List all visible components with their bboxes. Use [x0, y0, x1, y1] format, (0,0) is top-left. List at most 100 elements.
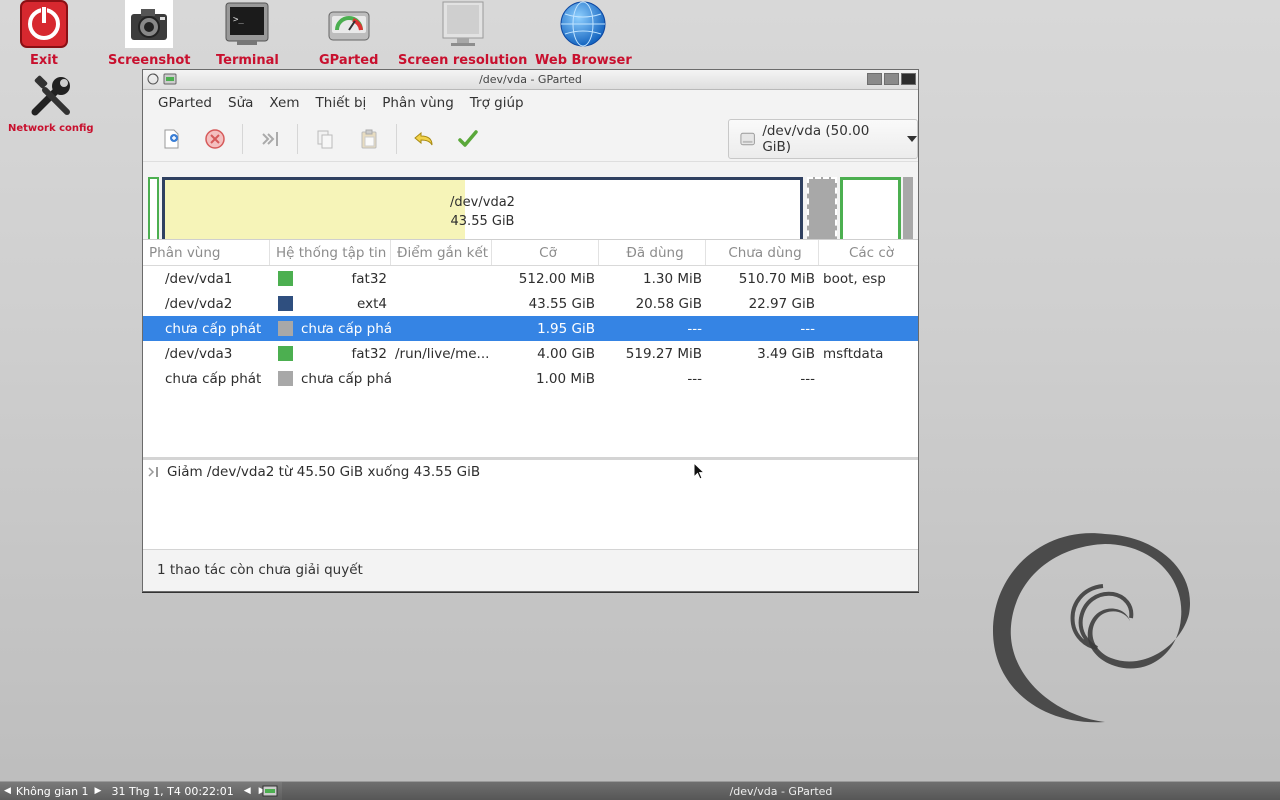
cell-filesystem: ext4 [270, 291, 391, 316]
diskmap-segment-vda3[interactable] [840, 177, 901, 247]
col-size[interactable]: Cỡ [492, 240, 599, 265]
diskmap-segment-vda2[interactable]: /dev/vda2 43.55 GiB [162, 177, 803, 247]
desktop-icon-terminal[interactable]: >_ Terminal [216, 0, 279, 68]
window-title: /dev/vda - GParted [479, 73, 582, 86]
diskmap-segment-unallocated[interactable] [807, 177, 837, 247]
desktop-icon-label: Network config [8, 123, 94, 134]
window-menu-icon[interactable] [147, 73, 159, 85]
status-text: 1 thao tác còn chưa giải quyết [157, 562, 363, 578]
debian-logo [993, 533, 1191, 723]
cell-used: --- [687, 320, 702, 337]
taskbar-window-title: /dev/vda - GParted [729, 785, 833, 798]
cell-filesystem: fat32 [270, 341, 391, 366]
cell-used: --- [687, 370, 702, 387]
new-partition-button[interactable] [149, 121, 193, 157]
desktop-icon-label: Web Browser [535, 53, 632, 68]
toolbar: /dev/vda (50.00 GiB) [143, 116, 918, 162]
checkmark-icon [458, 129, 478, 147]
close-button[interactable] [901, 73, 916, 85]
cell-partition: chưa cấp phát [165, 370, 262, 387]
cell-partition: /dev/vda3 [165, 345, 233, 362]
diskmap-segment-vda1[interactable] [148, 177, 159, 247]
monitor-icon [405, 0, 521, 48]
paste-button[interactable] [347, 121, 391, 157]
menu-partition[interactable]: Phân vùng [375, 95, 461, 111]
harddisk-icon [740, 132, 755, 146]
resize-move-button[interactable] [248, 121, 292, 157]
chevron-down-icon [907, 136, 917, 142]
cell-size: 512.00 MiB [518, 270, 595, 287]
delete-partition-button[interactable] [193, 121, 237, 157]
app-icon [262, 785, 278, 797]
diskmap-partition-size: 43.55 GiB [450, 214, 515, 229]
table-row[interactable]: /dev/vda3 fat32/run/live/me... 4.00 GiB 519… [143, 341, 918, 366]
filesystem-color-swatch [278, 371, 293, 386]
device-selector[interactable]: /dev/vda (50.00 GiB) [728, 119, 918, 159]
cell-unused: --- [800, 320, 815, 337]
filesystem-label: chưa cấp phát [301, 320, 391, 337]
delete-icon [205, 128, 225, 149]
maximize-button[interactable] [884, 73, 899, 85]
filesystem-color-swatch [278, 296, 293, 311]
col-flags[interactable]: Các cờ [819, 240, 918, 265]
cell-mountpoint [391, 266, 492, 291]
svg-text:>_: >_ [233, 15, 244, 25]
filesystem-color-swatch [278, 271, 293, 286]
cell-unused: 510.70 MiB [738, 270, 815, 287]
minimize-button[interactable] [867, 73, 882, 85]
filesystem-label: fat32 [351, 270, 388, 287]
col-unused[interactable]: Chưa dùng [706, 240, 819, 265]
filesystem-color-swatch [278, 346, 293, 361]
desktop-icon-label: Screen resolution [398, 53, 528, 68]
taskbar-window-gparted[interactable]: /dev/vda - GParted [262, 782, 1280, 800]
desktop-icon-gparted[interactable]: GParted [319, 0, 378, 68]
undo-button[interactable] [402, 121, 446, 157]
filesystem-label: fat32 [351, 345, 388, 362]
apply-button[interactable] [446, 121, 490, 157]
desktop-icon-label: GParted [319, 53, 379, 68]
camera-icon [125, 0, 174, 48]
col-used[interactable]: Đã dùng [599, 240, 706, 265]
desktop-icon-network-config[interactable]: Network config [8, 72, 94, 134]
desktop-icon-screen-resolution[interactable]: Screen resolution [398, 0, 527, 68]
col-partition[interactable]: Phân vùng [143, 240, 270, 265]
diskmap-segment-unallocated-end[interactable] [903, 177, 913, 247]
cell-used: 20.58 GiB [635, 295, 702, 312]
menu-edit[interactable]: Sửa [221, 95, 260, 111]
cell-flags [819, 316, 918, 341]
table-row[interactable]: chưa cấp phát chưa cấp phát 1.00 MiB --- --- [143, 366, 918, 391]
menu-view[interactable]: Xem [262, 95, 306, 111]
resize-move-icon [262, 131, 278, 146]
col-filesystem[interactable]: Hệ thống tập tin [270, 240, 391, 265]
partition-list-header: Phân vùng Hệ thống tập tin Điểm gắn kết … [143, 240, 918, 266]
col-mountpoint[interactable]: Điểm gắn kết [391, 240, 492, 265]
table-row[interactable]: /dev/vda2 ext4 43.55 GiB 20.58 GiB 22.97 GiB [143, 291, 918, 316]
copy-button[interactable] [303, 121, 347, 157]
app-icon [163, 73, 177, 85]
cell-used: 1.30 MiB [642, 270, 702, 287]
cell-mountpoint [391, 291, 492, 316]
desktop-icon-web-browser[interactable]: Web Browser [535, 0, 632, 68]
desktop-icon-screenshot[interactable]: Screenshot [108, 0, 191, 68]
window-titlebar[interactable]: /dev/vda - GParted [143, 70, 918, 90]
menu-gparted[interactable]: GParted [151, 95, 219, 111]
operation-item[interactable]: Giảm /dev/vda2 từ 45.50 GiB xuống 43.55 … [143, 460, 918, 484]
table-row[interactable]: /dev/vda1 fat32 512.00 MiB 1.30 MiB 510.70 M… [143, 266, 918, 291]
workspace-next-icon[interactable]: ▶ [95, 786, 102, 796]
partition-list: Phân vùng Hệ thống tập tin Điểm gắn kết … [143, 239, 918, 457]
workspace-prev-icon[interactable]: ◀ [4, 786, 11, 796]
filesystem-label: ext4 [357, 295, 387, 312]
workspace-switcher[interactable]: ◀ Không gian 1 ▶ [0, 782, 105, 800]
disk-map: /dev/vda2 43.55 GiB [143, 162, 918, 247]
disk-icon [325, 0, 373, 48]
cell-size: 1.00 MiB [535, 370, 595, 387]
filesystem-color-swatch [278, 321, 293, 336]
menu-help[interactable]: Trợ giúp [463, 95, 531, 111]
menu-device[interactable]: Thiết bị [309, 95, 374, 111]
table-row[interactable]: chưa cấp phát chưa cấp phát 1.95 GiB --- --- [143, 316, 918, 341]
menubar: GParted Sửa Xem Thiết bị Phân vùng Trợ g… [143, 90, 918, 116]
task-prev-icon[interactable]: ◀ [244, 786, 251, 796]
taskbar: ◀ Không gian 1 ▶ 31 Thg 1, T4 00:22:01 ◀… [0, 781, 1280, 800]
desktop-icon-exit[interactable]: Exit [20, 0, 68, 68]
operation-text: Giảm /dev/vda2 từ 45.50 GiB xuống 43.55 … [167, 464, 481, 480]
